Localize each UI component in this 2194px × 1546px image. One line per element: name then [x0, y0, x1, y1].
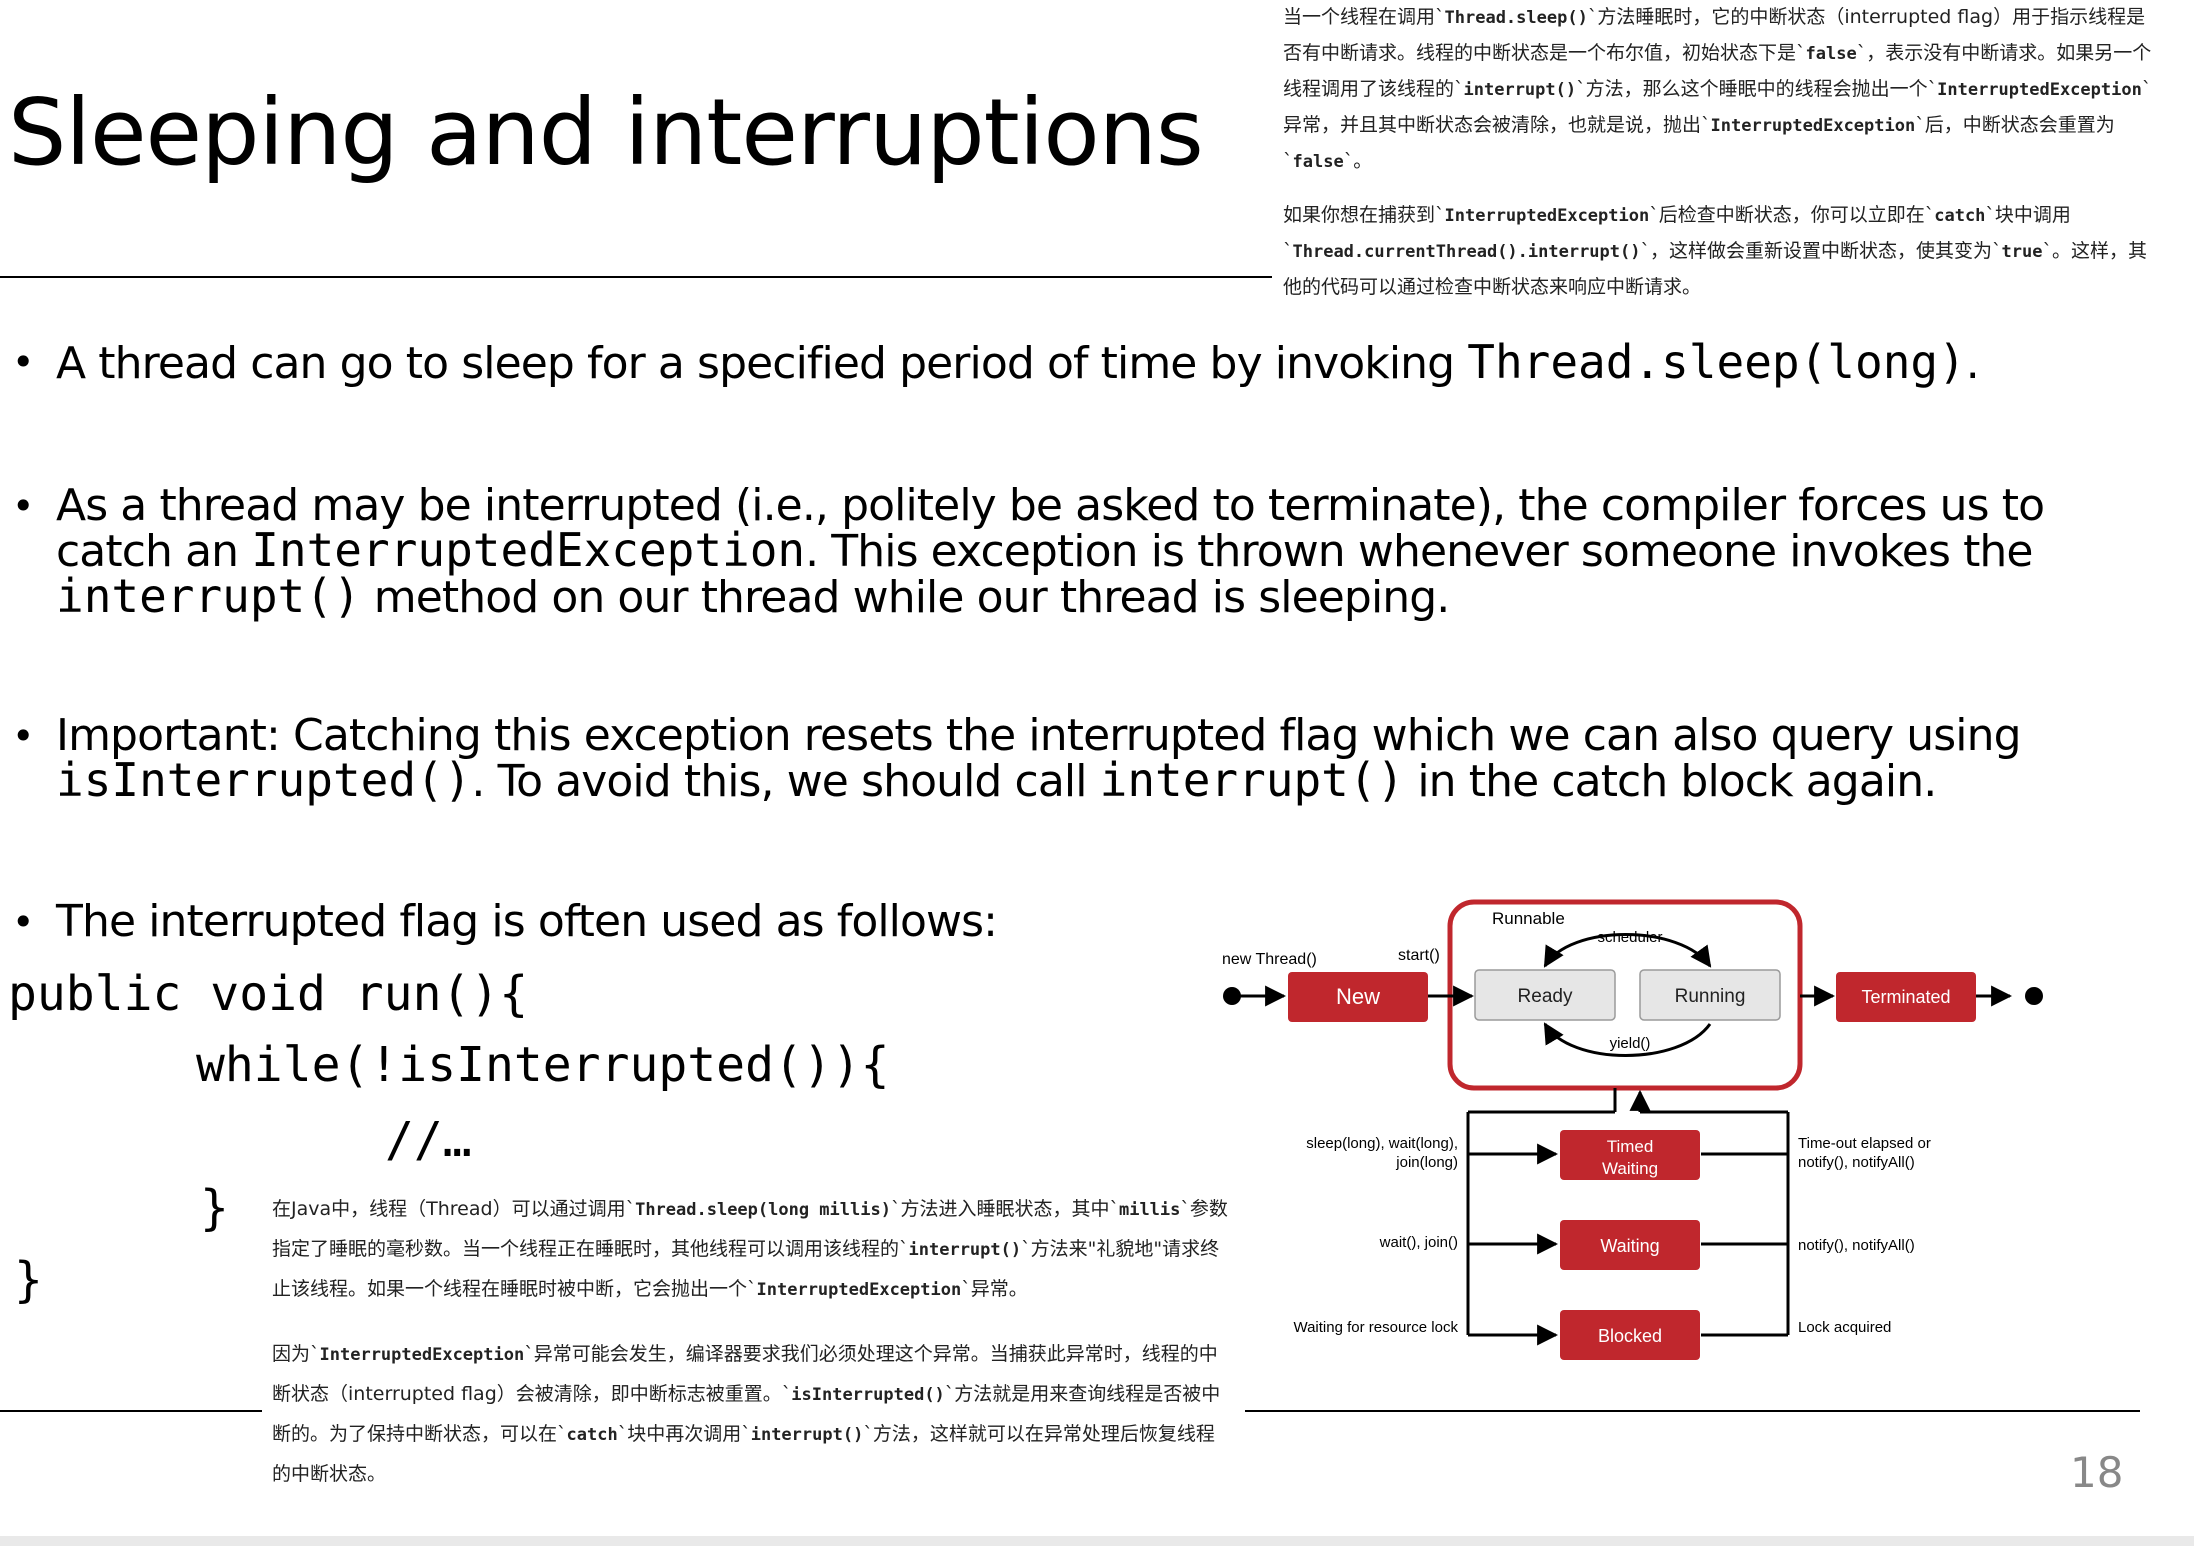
bullet-dot: • — [12, 900, 35, 944]
bullet-2-text: As a thread may be interrupted (i.e., po… — [56, 480, 2045, 623]
state-timed-waiting-label-1: Timed — [1607, 1137, 1654, 1156]
label-wait: wait(), join() — [1379, 1234, 1458, 1251]
title-rule — [0, 276, 1272, 278]
slide-title: Sleeping and interruptions — [8, 79, 1204, 186]
label-sleep-1: sleep(long), wait(long), — [1306, 1135, 1458, 1152]
state-blocked-label: Blocked — [1598, 1326, 1662, 1346]
state-ready-label: Ready — [1518, 986, 1573, 1007]
bullet-2: • As a thread may be interrupted (i.e., … — [12, 484, 2126, 620]
bullet-3: • Important: Catching this exception res… — [12, 714, 2126, 804]
note-top-paragraph-1: 当一个线程在调用`Thread.sleep()`方法睡眠时，它的中断状态（int… — [1283, 6, 2152, 172]
runnable-label: Runnable — [1492, 909, 1565, 928]
bullet-4: • The interrupted flag is often used as … — [12, 896, 1216, 947]
bullet-1-text: A thread can go to sleep for a specified… — [56, 335, 1980, 389]
state-new-label: New — [1336, 984, 1380, 1009]
bottom-rule-right — [1245, 1410, 2140, 1412]
note-bottom: 在Java中，线程（Thread）可以通过调用`Thread.sleep(lon… — [272, 1190, 1232, 1494]
bullet-3-text: Important: Catching this exception reset… — [56, 710, 2022, 807]
code-line-1: public void run(){ — [8, 966, 529, 1022]
start-node — [1223, 987, 1241, 1005]
bullet-4-text: The interrupted flag is often used as fo… — [56, 896, 998, 947]
note-bottom-paragraph-1: 在Java中，线程（Thread）可以通过调用`Thread.sleep(lon… — [272, 1198, 1228, 1300]
code-line-3: //… — [385, 1112, 472, 1168]
label-timeout-2: notify(), notifyAll() — [1798, 1154, 1915, 1171]
note-top-paragraph-2: 如果你想在捕获到`InterruptedException`后检查中断状态，你可… — [1283, 204, 2147, 298]
bottom-rule-left — [0, 1410, 262, 1412]
label-timeout-1: Time-out elapsed or — [1798, 1135, 1931, 1152]
code-line-2: while(!isInterrupted()){ — [196, 1037, 890, 1093]
page-number: 18 — [2070, 1448, 2124, 1497]
code-line-4: } — [200, 1180, 229, 1236]
label-lock: Waiting for resource lock — [1293, 1319, 1458, 1336]
state-terminated-label: Terminated — [1861, 987, 1950, 1007]
label-sleep-2: join(long) — [1395, 1154, 1458, 1171]
scheduler-label: scheduler — [1597, 929, 1662, 946]
bullet-1: • A thread can go to sleep for a specifi… — [12, 335, 2126, 389]
bullet-dot: • — [12, 714, 35, 758]
start-label: start() — [1398, 947, 1440, 964]
note-top: 当一个线程在调用`Thread.sleep()`方法睡眠时，它的中断状态（int… — [1283, 0, 2153, 305]
end-node — [2025, 987, 2043, 1005]
label-notify: notify(), notifyAll() — [1798, 1237, 1915, 1254]
state-waiting-label: Waiting — [1600, 1236, 1659, 1256]
bullet-dot: • — [12, 484, 35, 528]
bullet-dot: • — [12, 340, 35, 384]
label-acquired: Lock acquired — [1798, 1319, 1891, 1336]
note-bottom-paragraph-2: 因为`InterruptedException`异常可能会发生，编译器要求我们必… — [272, 1343, 1221, 1485]
yield-label: yield() — [1610, 1035, 1651, 1052]
code-line-5: } — [14, 1252, 43, 1308]
new-thread-label: new Thread() — [1222, 951, 1317, 968]
state-timed-waiting-label-2: Waiting — [1602, 1159, 1658, 1178]
slide-bottom-edge — [0, 1536, 2194, 1546]
state-running-label: Running — [1675, 986, 1746, 1007]
thread-lifecycle-diagram: Runnable new Thread() New start() Ready … — [1222, 899, 2043, 1360]
